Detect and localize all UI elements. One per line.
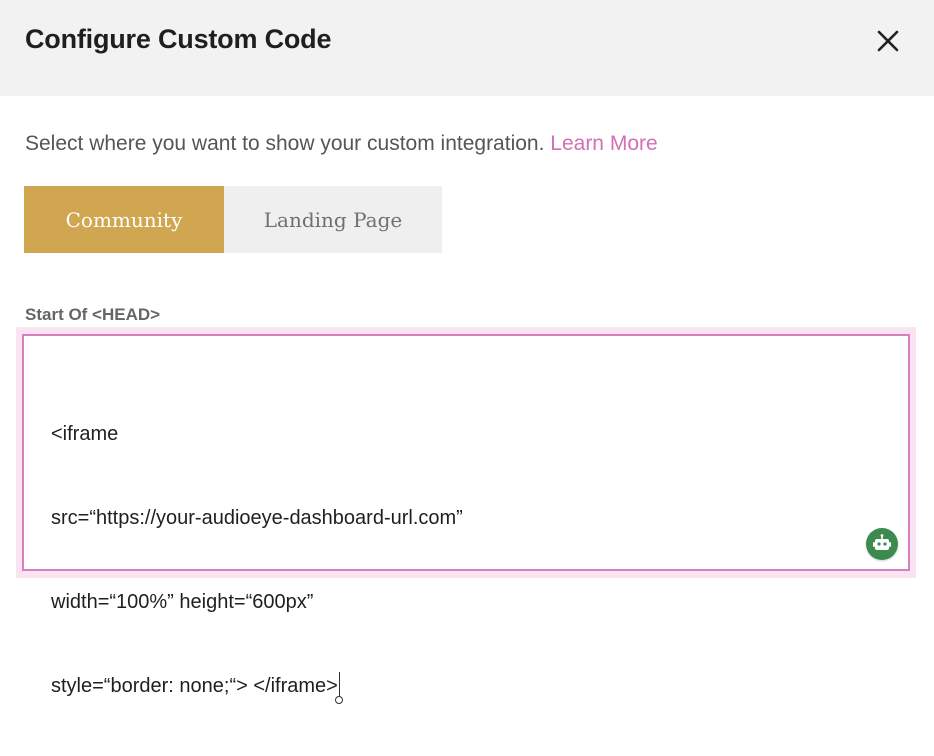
description-text: Select where you want to show your custo… — [25, 132, 545, 155]
caret-handle[interactable] — [334, 696, 343, 704]
code-line-last: style=“border: none;“> </iframe> — [51, 672, 463, 704]
code-editor-focus-ring: <iframe src=“https://your-audioeye-dashb… — [16, 327, 916, 704]
learn-more-link[interactable]: Learn More — [550, 132, 657, 155]
code-line: <iframe — [51, 423, 119, 445]
tab-community[interactable]: Community — [24, 186, 224, 253]
head-section-label: Start Of <HEAD> — [25, 305, 161, 324]
description: Select where you want to show your custo… — [25, 132, 658, 156]
placement-tabs: Community Landing Page — [24, 186, 442, 253]
dialog-title: Configure Custom Code — [25, 24, 332, 54]
code-editor[interactable]: <iframe src=“https://your-audioeye-dashb… — [22, 334, 910, 704]
tab-landing-page[interactable]: Landing Page — [224, 186, 442, 253]
assistant-button[interactable] — [866, 528, 898, 560]
code-line: src=“https://your-audioeye-dashboard-url… — [51, 507, 463, 529]
code-content[interactable]: <iframe src=“https://your-audioeye-dashb… — [51, 364, 463, 756]
robot-icon — [873, 534, 891, 550]
close-icon — [877, 30, 899, 52]
dialog-header: Configure Custom Code — [0, 0, 934, 96]
code-line-text: style=“border: none;“> </iframe> — [51, 675, 338, 697]
close-button[interactable] — [873, 26, 903, 56]
text-caret — [334, 672, 343, 704]
